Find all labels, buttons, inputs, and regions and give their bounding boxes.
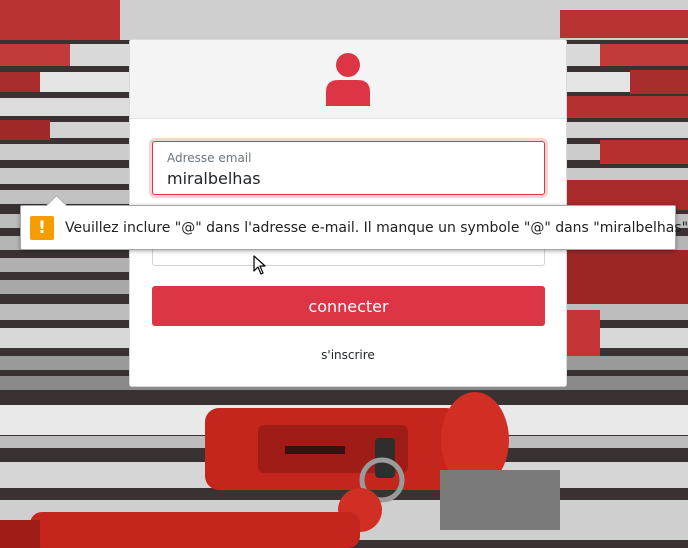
- register-link[interactable]: s'inscrire: [130, 348, 566, 362]
- warning-icon: !: [30, 215, 54, 240]
- mouse-cursor-icon: [253, 255, 266, 275]
- email-label: Adresse email: [167, 151, 252, 165]
- connect-button[interactable]: connecter: [152, 286, 545, 326]
- card-header: [130, 40, 566, 119]
- validation-message: Veuillez inclure "@" dans l'adresse e-ma…: [65, 219, 688, 236]
- user-icon: [326, 53, 370, 106]
- email-input[interactable]: [167, 169, 527, 188]
- email-field[interactable]: Adresse email: [152, 141, 545, 195]
- validation-tooltip: ! Veuillez inclure "@" dans l'adresse e-…: [20, 205, 688, 250]
